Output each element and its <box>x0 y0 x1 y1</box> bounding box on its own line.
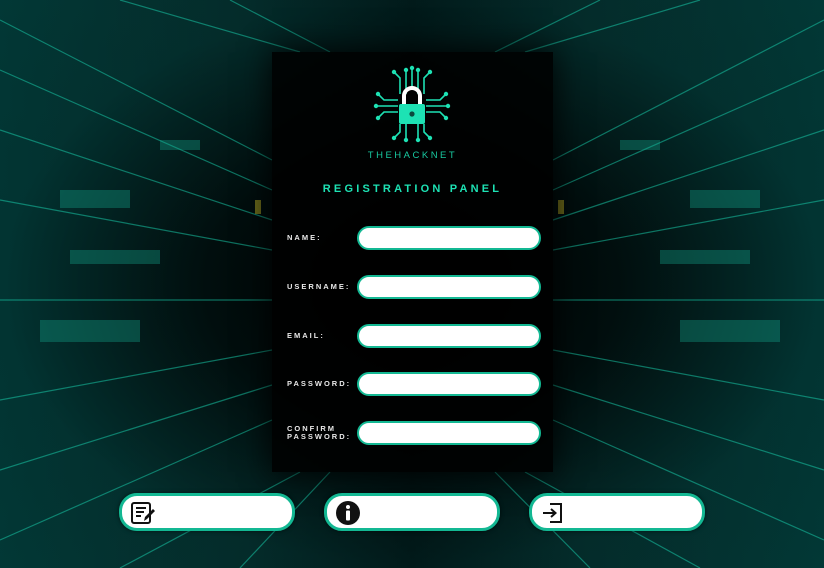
name-field[interactable] <box>357 226 541 250</box>
sign-in-icon <box>543 503 562 523</box>
edit-notes-icon <box>131 502 155 524</box>
email-field[interactable] <box>357 324 541 348</box>
username-label: USERNAME: <box>287 282 351 291</box>
confirm-password-label: CONFIRM PASSWORD: <box>287 425 351 441</box>
name-label: NAME: <box>287 233 322 242</box>
sign-in-button[interactable] <box>529 493 705 531</box>
circuit-lock-logo-icon <box>373 65 451 143</box>
username-field[interactable] <box>357 275 541 299</box>
panel-title: REGISTRATION PANEL <box>322 183 503 195</box>
brand-name: THEHACKNET <box>367 150 458 161</box>
email-label: EMAIL: <box>287 331 325 340</box>
confirm-password-field[interactable] <box>357 421 541 445</box>
password-label: PASSWORD: <box>287 379 352 388</box>
register-button[interactable] <box>119 493 295 531</box>
password-field[interactable] <box>357 372 541 396</box>
info-icon <box>336 501 360 525</box>
info-button[interactable] <box>324 493 500 531</box>
confirm-password-label-line2: PASSWORD: <box>287 432 352 441</box>
